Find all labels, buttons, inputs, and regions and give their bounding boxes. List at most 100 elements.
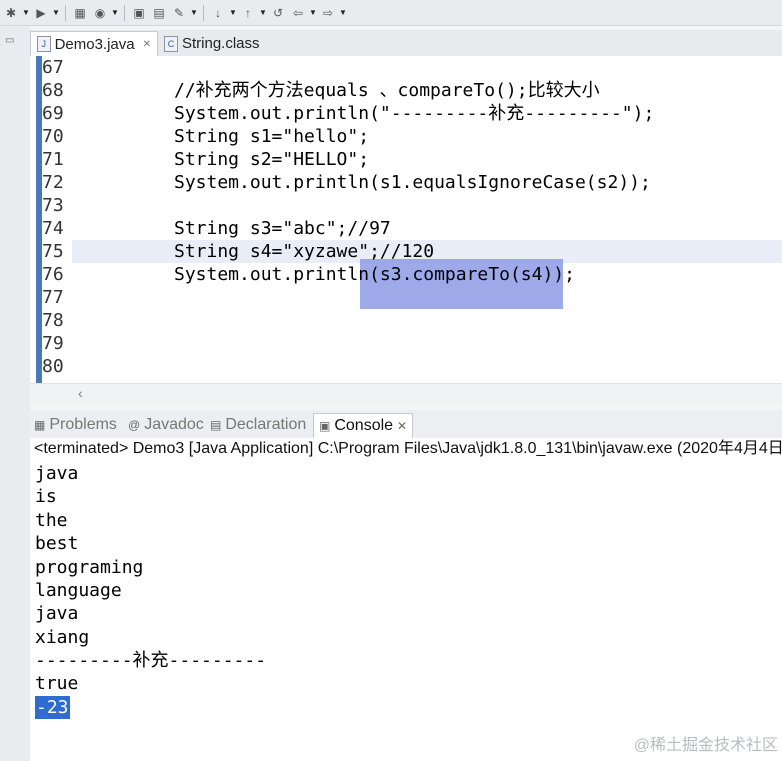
console-line: language bbox=[35, 580, 122, 601]
scroll-left-icon[interactable]: ‹ bbox=[78, 385, 83, 401]
console-output[interactable]: java is the best programing language jav… bbox=[30, 462, 782, 761]
close-icon[interactable]: ✕ bbox=[143, 39, 151, 50]
line-number: 74 bbox=[42, 218, 64, 239]
main-toolbar: ✱ ▼ ▶ ▼ ▦ ◉ ▼ ▣ ▤ ✎ ▼ ↓ ▼ ↑ ▼ ↺ ⇦ ▼ ⇨ ▼ bbox=[0, 0, 782, 26]
javadoc-icon: @ bbox=[128, 418, 141, 432]
chevron-down-icon[interactable]: ▼ bbox=[309, 8, 317, 17]
chevron-down-icon[interactable]: ▼ bbox=[190, 8, 198, 17]
tab-javadoc[interactable]: @ Javadoc bbox=[128, 413, 204, 437]
console-line: xiang bbox=[35, 627, 90, 648]
chevron-down-icon[interactable]: ▼ bbox=[229, 8, 237, 17]
code-line: 77 bbox=[42, 286, 782, 309]
code-text: String s3="abc";//97 bbox=[174, 218, 391, 239]
code-line: 79 bbox=[42, 332, 782, 355]
toolbar-divider bbox=[203, 4, 204, 21]
left-gutter: ▭ bbox=[0, 26, 30, 761]
open-folder-icon[interactable]: ▤ bbox=[150, 4, 168, 22]
forward-icon[interactable]: ⇨ bbox=[319, 4, 337, 22]
next-annotation-icon[interactable]: ↓ bbox=[209, 4, 227, 22]
java-file-icon: J bbox=[37, 36, 51, 52]
tab-label: Javadoc bbox=[144, 416, 204, 433]
declaration-icon: ▤ bbox=[210, 418, 222, 432]
code-line: 69 System.out.println("---------补充-------… bbox=[42, 102, 782, 125]
line-number: 76 bbox=[42, 264, 64, 285]
new-class-icon[interactable]: ◉ bbox=[91, 4, 109, 22]
chevron-down-icon[interactable]: ▼ bbox=[52, 8, 60, 17]
code-line: 72 System.out.println(s1.equalsIgnoreCase… bbox=[42, 171, 782, 194]
problems-icon: ▦ bbox=[34, 418, 46, 432]
line-number: 78 bbox=[42, 310, 64, 331]
line-number: 71 bbox=[42, 149, 64, 170]
run-icon[interactable]: ▶ bbox=[32, 4, 50, 22]
line-number: 75 bbox=[42, 241, 64, 262]
console-line-selected: -23 bbox=[35, 696, 70, 719]
new-java-project-icon[interactable]: ▦ bbox=[71, 4, 89, 22]
line-number: 70 bbox=[42, 126, 64, 147]
code-line: 68 //补充两个方法equals 、compareTo();比较大小 bbox=[42, 79, 782, 102]
tab-demo3-java[interactable]: J Demo3.java ✕ bbox=[30, 31, 158, 56]
chevron-down-icon[interactable]: ▼ bbox=[339, 8, 347, 17]
tab-label: Demo3.java bbox=[54, 35, 135, 53]
tab-label: Declaration bbox=[225, 416, 307, 433]
code-line: 71 String s2="HELLO"; bbox=[42, 148, 782, 171]
console-line: java bbox=[35, 463, 79, 484]
minimize-icon[interactable]: ▭ bbox=[5, 35, 17, 46]
console-status: <terminated> Demo3 [Java Application] C:… bbox=[30, 438, 782, 462]
search-icon[interactable]: ✎ bbox=[170, 4, 188, 22]
code-text: String s2="HELLO"; bbox=[174, 149, 370, 170]
line-number: 77 bbox=[42, 287, 64, 308]
line-number: 80 bbox=[42, 356, 64, 377]
code-editor[interactable]: 67 68 //补充两个方法equals 、compareTo();比较大小 69… bbox=[30, 56, 782, 383]
code-text: String s1="hello"; bbox=[174, 126, 370, 147]
line-number: 72 bbox=[42, 172, 64, 193]
code-line: 76 System.out.println(s3.compareTo(s4)); bbox=[42, 263, 782, 286]
last-edit-icon[interactable]: ↺ bbox=[269, 4, 287, 22]
code-text: System.out.println(s1.equalsIgnoreCase(s… bbox=[174, 172, 651, 193]
tab-label: Console bbox=[334, 417, 394, 434]
line-number: 68 bbox=[42, 80, 64, 101]
console-line: the bbox=[35, 510, 68, 531]
horizontal-scrollbar[interactable]: ‹ bbox=[30, 383, 782, 404]
tab-problems[interactable]: ▦ Problems bbox=[34, 413, 117, 437]
toolbar-divider bbox=[65, 4, 66, 21]
back-icon[interactable]: ⇦ bbox=[289, 4, 307, 22]
watermark: @稀土掘金技术社区 bbox=[633, 737, 778, 754]
code-text: String s4="xyzawe";//120 bbox=[174, 241, 435, 262]
code-line: 74 String s3="abc";//97 bbox=[42, 217, 782, 240]
code-text: System.out.println("---------补充---------… bbox=[174, 103, 655, 124]
tab-declaration[interactable]: ▤ Declaration bbox=[210, 413, 306, 437]
code-comment: //补充两个方法equals 、compareTo();比较大小 bbox=[174, 80, 600, 101]
console-line: best bbox=[35, 533, 79, 554]
previous-annotation-icon[interactable]: ↑ bbox=[239, 4, 257, 22]
tab-label: Problems bbox=[49, 416, 117, 433]
code-text: System.out.println(s3.compareTo(s4)); bbox=[174, 264, 575, 285]
line-number: 79 bbox=[42, 333, 64, 354]
toolbar-divider bbox=[124, 4, 125, 21]
code-line: 73 bbox=[42, 194, 782, 217]
change-ruler bbox=[36, 56, 42, 383]
code-line: 80 bbox=[42, 355, 782, 378]
console-icon: ▣ bbox=[319, 419, 331, 433]
code-line: 67 bbox=[42, 56, 782, 79]
console-line: is bbox=[35, 486, 57, 507]
chevron-down-icon[interactable]: ▼ bbox=[22, 8, 30, 17]
line-number: 67 bbox=[42, 57, 64, 78]
close-icon[interactable]: ✕ bbox=[397, 419, 407, 433]
line-number: 69 bbox=[42, 103, 64, 124]
console-line: ---------补充--------- bbox=[35, 650, 267, 671]
tab-string-class[interactable]: C String.class bbox=[158, 31, 288, 56]
console-line: true bbox=[35, 673, 79, 694]
chevron-down-icon[interactable]: ▼ bbox=[259, 8, 267, 17]
debug-icon[interactable]: ✱ bbox=[2, 4, 20, 22]
line-number: 73 bbox=[42, 195, 64, 216]
code-line: 78 bbox=[42, 309, 782, 332]
console-line: programing bbox=[35, 557, 144, 578]
code-line: 75 String s4="xyzawe";//120 bbox=[42, 240, 782, 263]
chevron-down-icon[interactable]: ▼ bbox=[111, 8, 119, 17]
console-line: java bbox=[35, 603, 79, 624]
code-line: 70 String s1="hello"; bbox=[42, 125, 782, 148]
open-type-icon[interactable]: ▣ bbox=[130, 4, 148, 22]
bottom-tab-bar: ▦ Problems @ Javadoc ▤ Declaration ▣ Console… bbox=[30, 410, 782, 439]
tab-label: String.class bbox=[182, 35, 260, 52]
tab-console[interactable]: ▣ Console ✕ bbox=[313, 413, 414, 438]
